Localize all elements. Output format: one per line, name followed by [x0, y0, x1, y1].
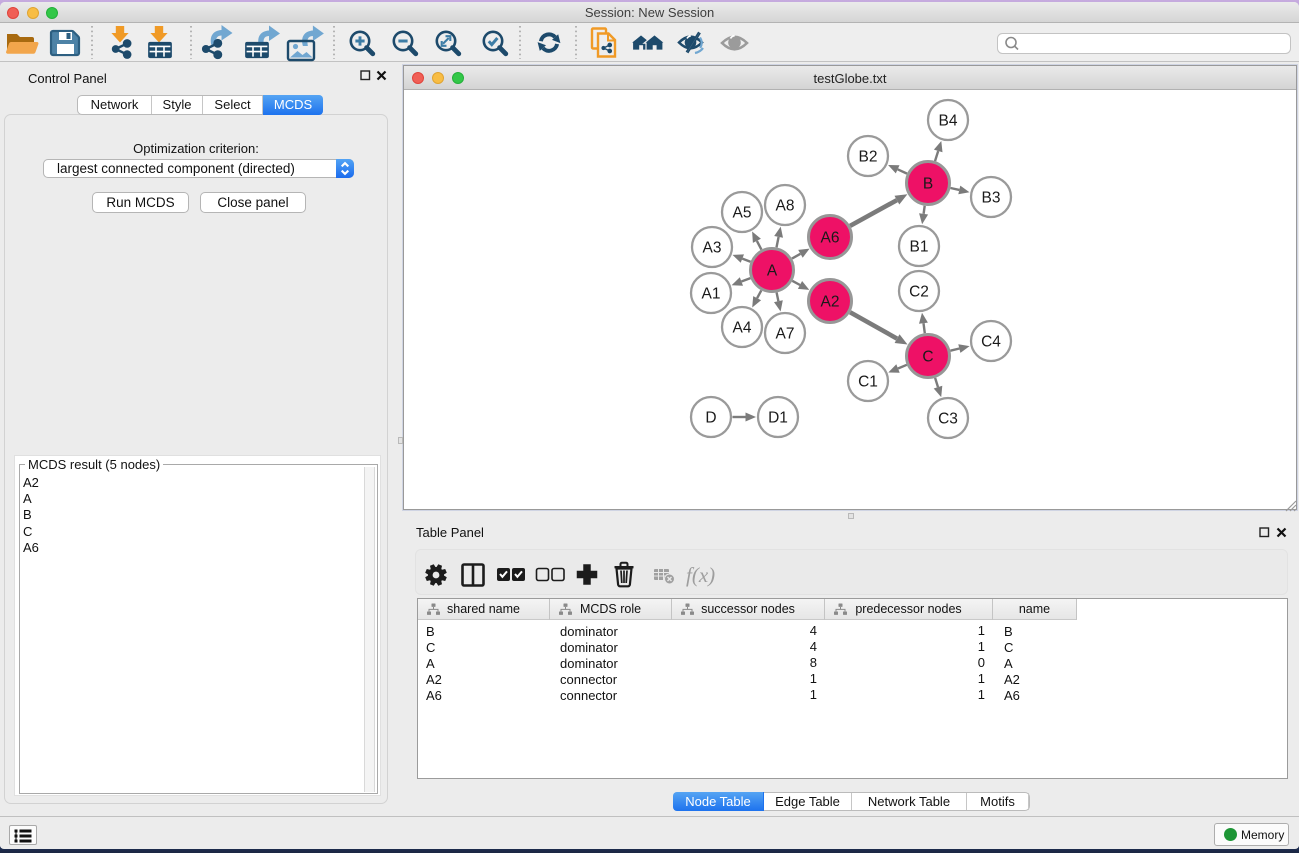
- svg-text:C4: C4: [981, 334, 1001, 351]
- svg-text:C1: C1: [858, 374, 878, 391]
- svg-text:A6: A6: [821, 230, 840, 247]
- svg-text:B: B: [923, 176, 933, 193]
- svg-text:B2: B2: [859, 149, 878, 166]
- svg-text:A3: A3: [703, 240, 722, 257]
- svg-text:A8: A8: [776, 198, 795, 215]
- svg-text:C2: C2: [909, 284, 929, 301]
- svg-text:B3: B3: [982, 190, 1001, 207]
- svg-text:C3: C3: [938, 411, 958, 428]
- svg-text:C: C: [922, 349, 933, 366]
- svg-text:A4: A4: [733, 320, 752, 337]
- svg-text:A2: A2: [821, 294, 840, 311]
- svg-text:A: A: [767, 263, 778, 280]
- svg-text:A5: A5: [733, 205, 752, 222]
- svg-text:B1: B1: [910, 239, 929, 256]
- svg-text:A7: A7: [776, 326, 795, 343]
- svg-text:B4: B4: [939, 113, 958, 130]
- svg-text:D: D: [705, 410, 716, 427]
- svg-text:D1: D1: [768, 410, 788, 427]
- svg-text:A1: A1: [702, 286, 721, 303]
